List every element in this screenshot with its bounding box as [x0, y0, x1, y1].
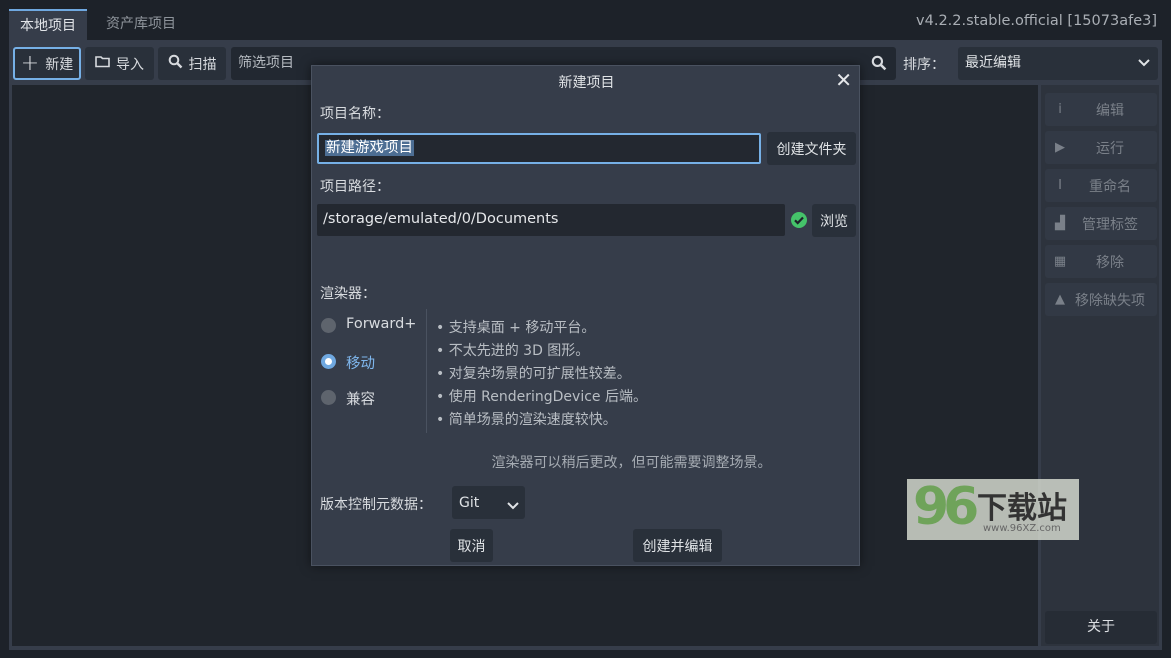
create-folder-button[interactable]: 创建文件夹 — [767, 132, 856, 165]
renderer-divider — [426, 309, 427, 433]
watermark-url: www.96XZ.com — [983, 523, 1061, 534]
rename-label: 重命名 — [1089, 178, 1131, 195]
manage-tags-label: 管理标签 — [1082, 216, 1138, 233]
run-label: 运行 — [1096, 140, 1124, 157]
remove-label: 移除 — [1096, 254, 1124, 271]
edit-label: 编辑 — [1096, 102, 1124, 119]
scan-label: 扫描 — [188, 56, 217, 73]
remove-missing-label: 移除缺失项 — [1075, 292, 1145, 309]
trash-icon: ▦ — [1053, 254, 1067, 269]
renderer-bullet: • 使用 RenderingDevice 后端。 — [436, 389, 647, 405]
forward-plus-label[interactable]: Forward+ — [346, 316, 416, 332]
renderer-bullet: • 支持桌面 + 移动平台。 — [436, 320, 596, 336]
radio-mobile[interactable] — [321, 354, 336, 369]
browse-button[interactable]: 浏览 — [812, 204, 856, 237]
sort-dropdown[interactable]: 最近编辑 — [958, 47, 1158, 80]
renderer-label: 渲染器： — [320, 286, 376, 302]
watermark-logo: 96 下载站 www.96XZ.com — [907, 477, 1079, 540]
sort-label: 排序： — [903, 57, 945, 73]
project-name-label: 项目名称： — [320, 106, 390, 122]
project-path-input[interactable]: /storage/emulated/0/Documents — [317, 204, 785, 236]
tab-local-projects[interactable]: 本地项目 — [9, 9, 87, 40]
play-icon: ▶ — [1055, 140, 1065, 155]
rename-button[interactable]: I 重命名 — [1045, 169, 1157, 202]
folder-icon — [95, 55, 110, 72]
close-icon[interactable]: ✕ — [835, 68, 852, 92]
about-button[interactable]: 关于 — [1045, 611, 1157, 644]
watermark-number: 96 — [913, 477, 979, 537]
sort-value: 最近编辑 — [965, 55, 1021, 71]
version-label: v4.2.2.stable.official [15073afe3] — [916, 13, 1157, 29]
vcs-value: Git — [459, 494, 480, 511]
compatibility-label[interactable]: 兼容 — [346, 388, 375, 409]
edit-button[interactable]: i 编辑 — [1045, 93, 1157, 126]
vcs-label: 版本控制元数据： — [320, 497, 432, 513]
cancel-button[interactable]: 取消 — [450, 529, 493, 562]
new-label: 新建 — [45, 56, 74, 73]
import-label: 导入 — [116, 56, 144, 73]
search-icon — [168, 54, 183, 73]
project-name-value: 新建游戏项目 — [325, 140, 414, 156]
dialog-title: 新建项目 — [558, 75, 615, 91]
remove-button[interactable]: ▦ 移除 — [1045, 245, 1157, 278]
chevron-down-icon — [1138, 47, 1150, 80]
tab-asset-library[interactable]: 资产库项目 — [95, 9, 187, 40]
watermark-text: 下载站 — [977, 491, 1067, 526]
text-cursor-icon: I — [1058, 178, 1062, 193]
run-button[interactable]: ▶ 运行 — [1045, 131, 1157, 164]
new-project-button[interactable]: + 新建 — [13, 47, 81, 80]
manage-tags-button[interactable]: ▟ 管理标签 — [1045, 207, 1157, 240]
radio-compatibility[interactable] — [321, 390, 336, 405]
chevron-down-icon — [507, 498, 519, 514]
scan-button[interactable]: 扫描 — [158, 47, 226, 80]
project-name-input[interactable]: 新建游戏项目 — [317, 133, 761, 164]
check-icon — [791, 212, 807, 232]
vcs-dropdown[interactable]: Git — [452, 486, 525, 519]
broom-icon: ▲ — [1055, 292, 1065, 307]
info-icon: i — [1058, 102, 1062, 117]
mobile-label[interactable]: 移动 — [346, 352, 375, 373]
new-project-dialog: 新建项目 ✕ 项目名称： 新建游戏项目 创建文件夹 项目路径： /storage… — [311, 65, 860, 566]
filter-search-icon — [871, 55, 887, 75]
renderer-bullet: • 不太先进的 3D 图形。 — [436, 343, 590, 359]
create-and-edit-button[interactable]: 创建并编辑 — [633, 529, 722, 562]
radio-forward-plus[interactable] — [321, 318, 336, 333]
renderer-bullet: • 简单场景的渲染速度较快。 — [436, 412, 617, 428]
renderer-note: 渲染器可以稍后更改，但可能需要调整场景。 — [491, 455, 772, 471]
remove-missing-button[interactable]: ▲ 移除缺失项 — [1045, 283, 1157, 316]
project-path-label: 项目路径： — [320, 179, 390, 195]
renderer-bullet: • 对复杂场景的可扩展性较差。 — [436, 366, 631, 382]
plus-icon: + — [20, 50, 40, 76]
import-button[interactable]: 导入 — [85, 47, 154, 80]
tag-icon: ▟ — [1055, 216, 1065, 231]
